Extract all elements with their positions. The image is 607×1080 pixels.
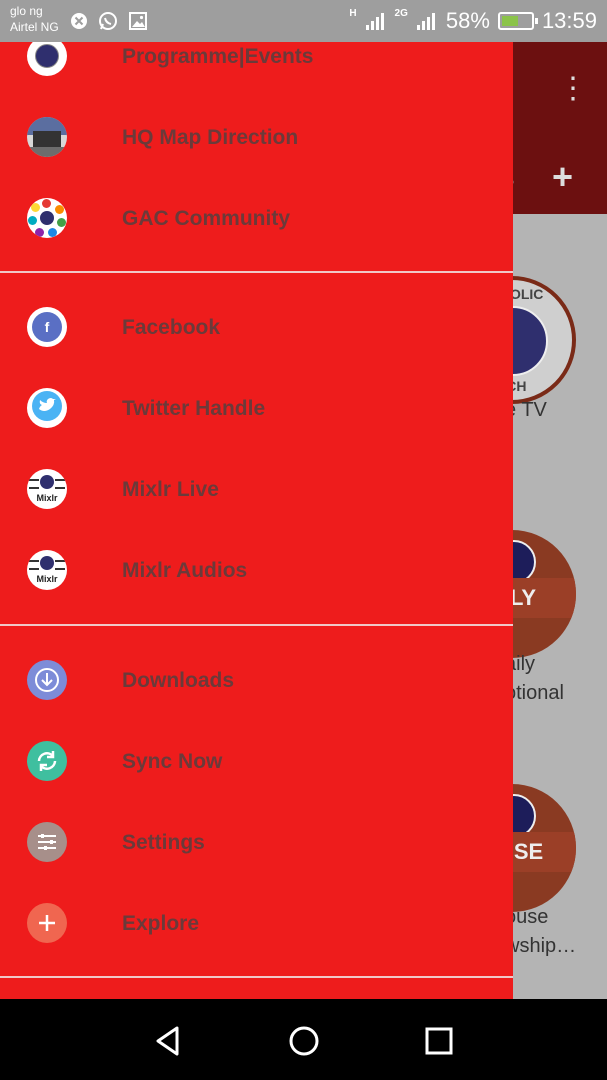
- church-logo-icon: [27, 42, 67, 76]
- more-options-icon[interactable]: ⋮: [558, 74, 588, 104]
- whatsapp-icon: [99, 12, 117, 30]
- drawer-item-gac-community[interactable]: GAC Community: [0, 178, 513, 259]
- carrier-info: glo ng Airtel NG: [10, 3, 59, 35]
- navigation-drawer: Programme|Events HQ Map Direction GAC Co…: [0, 42, 513, 999]
- recent-apps-icon[interactable]: [419, 1021, 459, 1061]
- drawer-divider: [0, 271, 513, 273]
- drawer-item-facebook[interactable]: f Facebook: [0, 287, 513, 368]
- status-bar: glo ng Airtel NG H 2G 58% 13:59: [0, 0, 607, 42]
- mixlr-icon-text: Mixlr: [36, 493, 58, 503]
- drawer-item-label: Settings: [122, 831, 205, 854]
- add-icon: [27, 903, 67, 943]
- card-label-house-fellowship[interactable]: ouse wship…: [505, 903, 576, 961]
- drawer-item-sync-now[interactable]: Sync Now: [0, 721, 513, 802]
- battery-charging-icon: [497, 12, 538, 30]
- download-icon: [27, 660, 67, 700]
- settings-sliders-icon: [27, 822, 67, 862]
- drawer-item-label: Programme|Events: [122, 45, 314, 68]
- drawer-item-label: Sync Now: [122, 750, 223, 773]
- drawer-item-downloads[interactable]: Downloads: [0, 640, 513, 721]
- clock: 13:59: [541, 8, 597, 33]
- drawer-item-label: Mixlr Audios: [122, 559, 248, 582]
- drawer-item-label: Downloads: [122, 669, 235, 692]
- mixlr-icon: Mixlr: [27, 550, 67, 590]
- network-type-1: H: [349, 7, 357, 19]
- add-icon[interactable]: +: [552, 156, 573, 198]
- signal-icon-2: [416, 13, 435, 30]
- network-type-2: 2G: [394, 7, 408, 19]
- card-label-line: aily: [505, 653, 536, 675]
- signal-icon: [365, 13, 384, 30]
- drawer-item-label: GAC Community: [122, 207, 290, 230]
- sync-icon: [27, 741, 67, 781]
- drawer-item-label: Twitter Handle: [122, 397, 266, 420]
- map-photo-icon: [27, 117, 67, 157]
- drawer-item-label: Facebook: [122, 316, 221, 339]
- drawer-divider: [0, 624, 513, 626]
- drawer-item-settings[interactable]: Settings: [0, 802, 513, 883]
- back-icon[interactable]: [149, 1021, 189, 1061]
- facebook-icon: f: [27, 307, 67, 347]
- drawer-item-explore[interactable]: Explore: [0, 883, 513, 964]
- twitter-icon: [27, 388, 67, 428]
- battery-percent: 58%: [445, 8, 490, 33]
- drawer-item-hq-map-direction[interactable]: HQ Map Direction: [0, 97, 513, 178]
- drawer-item-label: HQ Map Direction: [122, 126, 299, 149]
- gallery-icon: [129, 12, 147, 30]
- card-label-line: otional: [505, 682, 564, 704]
- drawer-item-mixlr-audios[interactable]: Mixlr Mixlr Audios: [0, 530, 513, 611]
- drawer-item-twitter-handle[interactable]: Twitter Handle: [0, 368, 513, 449]
- drawer-divider: [0, 976, 513, 978]
- system-navigation-bar: [0, 999, 607, 1080]
- carrier-line-2: Airtel NG: [10, 20, 59, 34]
- blocked-icon: [71, 13, 87, 29]
- card-label-line: ouse: [505, 906, 549, 928]
- community-icon: [27, 198, 67, 238]
- card-label-line: wship…: [505, 935, 577, 957]
- drawer-item-mixlr-live[interactable]: Mixlr Mixlr Live: [0, 449, 513, 530]
- card-label-daily-devotional[interactable]: aily otional: [505, 650, 564, 708]
- mixlr-icon: Mixlr: [27, 469, 67, 509]
- drawer-item-label: Explore: [122, 912, 200, 935]
- battery-fill: [501, 16, 519, 26]
- status-right: H 2G 58% 13:59: [349, 0, 597, 42]
- mixlr-icon-text: Mixlr: [36, 574, 58, 584]
- drawer-item-label: Mixlr Live: [122, 478, 219, 501]
- drawer-item-programme-events[interactable]: Programme|Events: [0, 42, 513, 97]
- home-icon[interactable]: [284, 1021, 324, 1061]
- carrier-line-1: glo ng: [10, 4, 43, 18]
